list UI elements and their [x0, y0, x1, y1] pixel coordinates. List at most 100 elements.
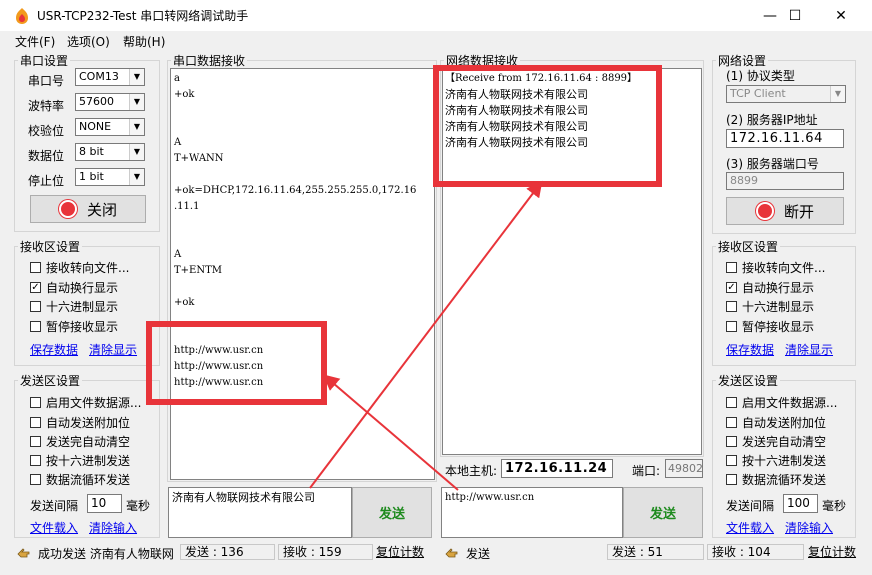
left-clear-display-link[interactable]: 清除显示 [89, 341, 137, 358]
checkbox[interactable] [726, 301, 737, 312]
status-light-icon [58, 200, 77, 218]
right-reset-count-button[interactable]: 复位计数 [808, 543, 856, 560]
close-port-button[interactable]: 关闭 [30, 195, 146, 223]
right-send-option-file[interactable]: 启用文件数据源... [726, 394, 837, 411]
checkbox[interactable] [726, 474, 737, 485]
right-interval-input[interactable]: 100 [783, 494, 818, 513]
left-send-option-autoclear[interactable]: 发送完自动清空 [30, 433, 130, 450]
left-send-option-loop[interactable]: 数据流循环发送 [30, 471, 130, 488]
checkbox[interactable] [726, 397, 737, 408]
left-recv-option-file[interactable]: 接收转向文件... [30, 259, 129, 276]
server-port-label: (3) 服务器端口号 [726, 157, 819, 171]
parity-select[interactable]: NONE ▼ [75, 118, 145, 136]
local-port-label: 端口: [632, 464, 661, 478]
checkbox-checked[interactable]: ✓ [726, 282, 737, 293]
baud-label: 波特率 [28, 99, 65, 113]
right-clear-input-link[interactable]: 清除输入 [785, 519, 833, 536]
protocol-select[interactable]: TCP Client ▼ [726, 85, 846, 103]
status-light-icon [755, 202, 774, 220]
menu-file[interactable]: 文件(F) [15, 33, 55, 50]
left-send-option-hex[interactable]: 按十六进制发送 [30, 452, 130, 469]
annotation-box-serial [146, 321, 327, 405]
right-recv-settings-legend: 接收区设置 [718, 240, 779, 254]
server-port-field: 8899 [726, 172, 844, 190]
right-load-file-link[interactable]: 文件载入 [726, 519, 774, 536]
server-ip-label: (2) 服务器IP地址 [726, 113, 818, 127]
left-send-option-file[interactable]: 启用文件数据源... [30, 394, 141, 411]
left-recv-count: 接收 : 159 [278, 544, 373, 560]
left-clear-input-link[interactable]: 清除输入 [89, 519, 137, 536]
right-send-option-append[interactable]: 自动发送附加位 [726, 414, 826, 431]
left-interval-input[interactable]: 10 [87, 494, 122, 513]
checkbox[interactable] [726, 321, 737, 332]
checkbox[interactable] [726, 262, 737, 273]
hand-pointer-icon [445, 548, 458, 558]
right-recv-option-hex[interactable]: 十六进制显示 [726, 298, 814, 315]
left-recv-option-hex[interactable]: 十六进制显示 [30, 298, 118, 315]
databits-label: 数据位 [28, 149, 65, 163]
menu-options[interactable]: 选项(O) [67, 33, 110, 50]
right-send-option-loop[interactable]: 数据流循环发送 [726, 471, 826, 488]
right-clear-display-link[interactable]: 清除显示 [785, 341, 833, 358]
serial-send-input[interactable]: 济南有人物联网技术有限公司 [168, 487, 352, 538]
baud-select[interactable]: 57600 ▼ [75, 93, 145, 111]
right-recv-option-pause[interactable]: 暂停接收显示 [726, 318, 814, 335]
right-recv-option-wrap[interactable]: ✓ 自动换行显示 [726, 279, 814, 296]
server-ip-field[interactable]: 172.16.11.64 [726, 129, 844, 148]
menu-help[interactable]: 帮助(H) [123, 33, 165, 50]
right-save-data-link[interactable]: 保存数据 [726, 341, 774, 358]
right-status-message: 发送 [466, 547, 491, 561]
serial-recv-text[interactable]: a +ok A T+WANN +ok=DHCP,172.16.11.64,255… [170, 68, 435, 480]
right-send-option-autoclear[interactable]: 发送完自动清空 [726, 433, 826, 450]
left-interval-label: 发送间隔 [30, 499, 79, 513]
parity-label: 校验位 [28, 124, 65, 138]
port-select[interactable]: COM13 ▼ [75, 68, 145, 86]
databits-select[interactable]: 8 bit ▼ [75, 143, 145, 161]
checkbox[interactable] [30, 397, 41, 408]
hand-pointer-icon [17, 548, 30, 558]
maximize-button[interactable]: ☐ [772, 0, 818, 31]
right-recv-count: 接收 : 104 [707, 544, 804, 560]
net-send-button[interactable]: 发送 [623, 487, 703, 538]
left-reset-count-button[interactable]: 复位计数 [376, 543, 424, 560]
app-icon [16, 8, 28, 24]
serial-settings-legend: 串口设置 [20, 54, 69, 68]
left-interval-unit: 毫秒 [126, 499, 151, 513]
checkbox[interactable] [30, 262, 41, 273]
checkbox-checked[interactable]: ✓ [30, 282, 41, 293]
local-ip-field[interactable]: 172.16.11.24 [501, 459, 613, 478]
right-send-option-hex[interactable]: 按十六进制发送 [726, 452, 826, 469]
right-send-settings-legend: 发送区设置 [718, 374, 779, 388]
annotation-box-network [433, 65, 662, 187]
checkbox[interactable] [726, 417, 737, 428]
right-interval-label: 发送间隔 [726, 499, 775, 513]
serial-send-button[interactable]: 发送 [352, 487, 432, 538]
close-window-button[interactable]: ✕ [818, 0, 864, 31]
left-send-settings-legend: 发送区设置 [20, 374, 81, 388]
chevron-down-icon: ▼ [830, 86, 845, 102]
right-recv-option-file[interactable]: 接收转向文件... [726, 259, 825, 276]
chevron-down-icon: ▼ [129, 94, 144, 110]
chevron-down-icon: ▼ [129, 119, 144, 135]
checkbox[interactable] [30, 321, 41, 332]
left-save-data-link[interactable]: 保存数据 [30, 341, 78, 358]
checkbox[interactable] [30, 455, 41, 466]
close-port-label: 关闭 [86, 200, 117, 219]
chevron-down-icon: ▼ [129, 144, 144, 160]
net-send-input[interactable]: http://www.usr.cn [441, 487, 623, 538]
right-send-count: 发送 : 51 [607, 544, 704, 560]
checkbox[interactable] [30, 474, 41, 485]
stopbits-select[interactable]: 1 bit ▼ [75, 168, 145, 186]
checkbox[interactable] [726, 436, 737, 447]
left-send-option-append[interactable]: 自动发送附加位 [30, 414, 130, 431]
disconnect-button[interactable]: 断开 [726, 197, 844, 225]
checkbox[interactable] [30, 417, 41, 428]
checkbox[interactable] [726, 455, 737, 466]
checkbox[interactable] [30, 436, 41, 447]
left-load-file-link[interactable]: 文件载入 [30, 519, 78, 536]
stopbits-label: 停止位 [28, 174, 65, 188]
left-recv-option-pause[interactable]: 暂停接收显示 [30, 318, 118, 335]
serial-recv-legend: 串口数据接收 [173, 54, 246, 68]
checkbox[interactable] [30, 301, 41, 312]
left-recv-option-wrap[interactable]: ✓ 自动换行显示 [30, 279, 118, 296]
